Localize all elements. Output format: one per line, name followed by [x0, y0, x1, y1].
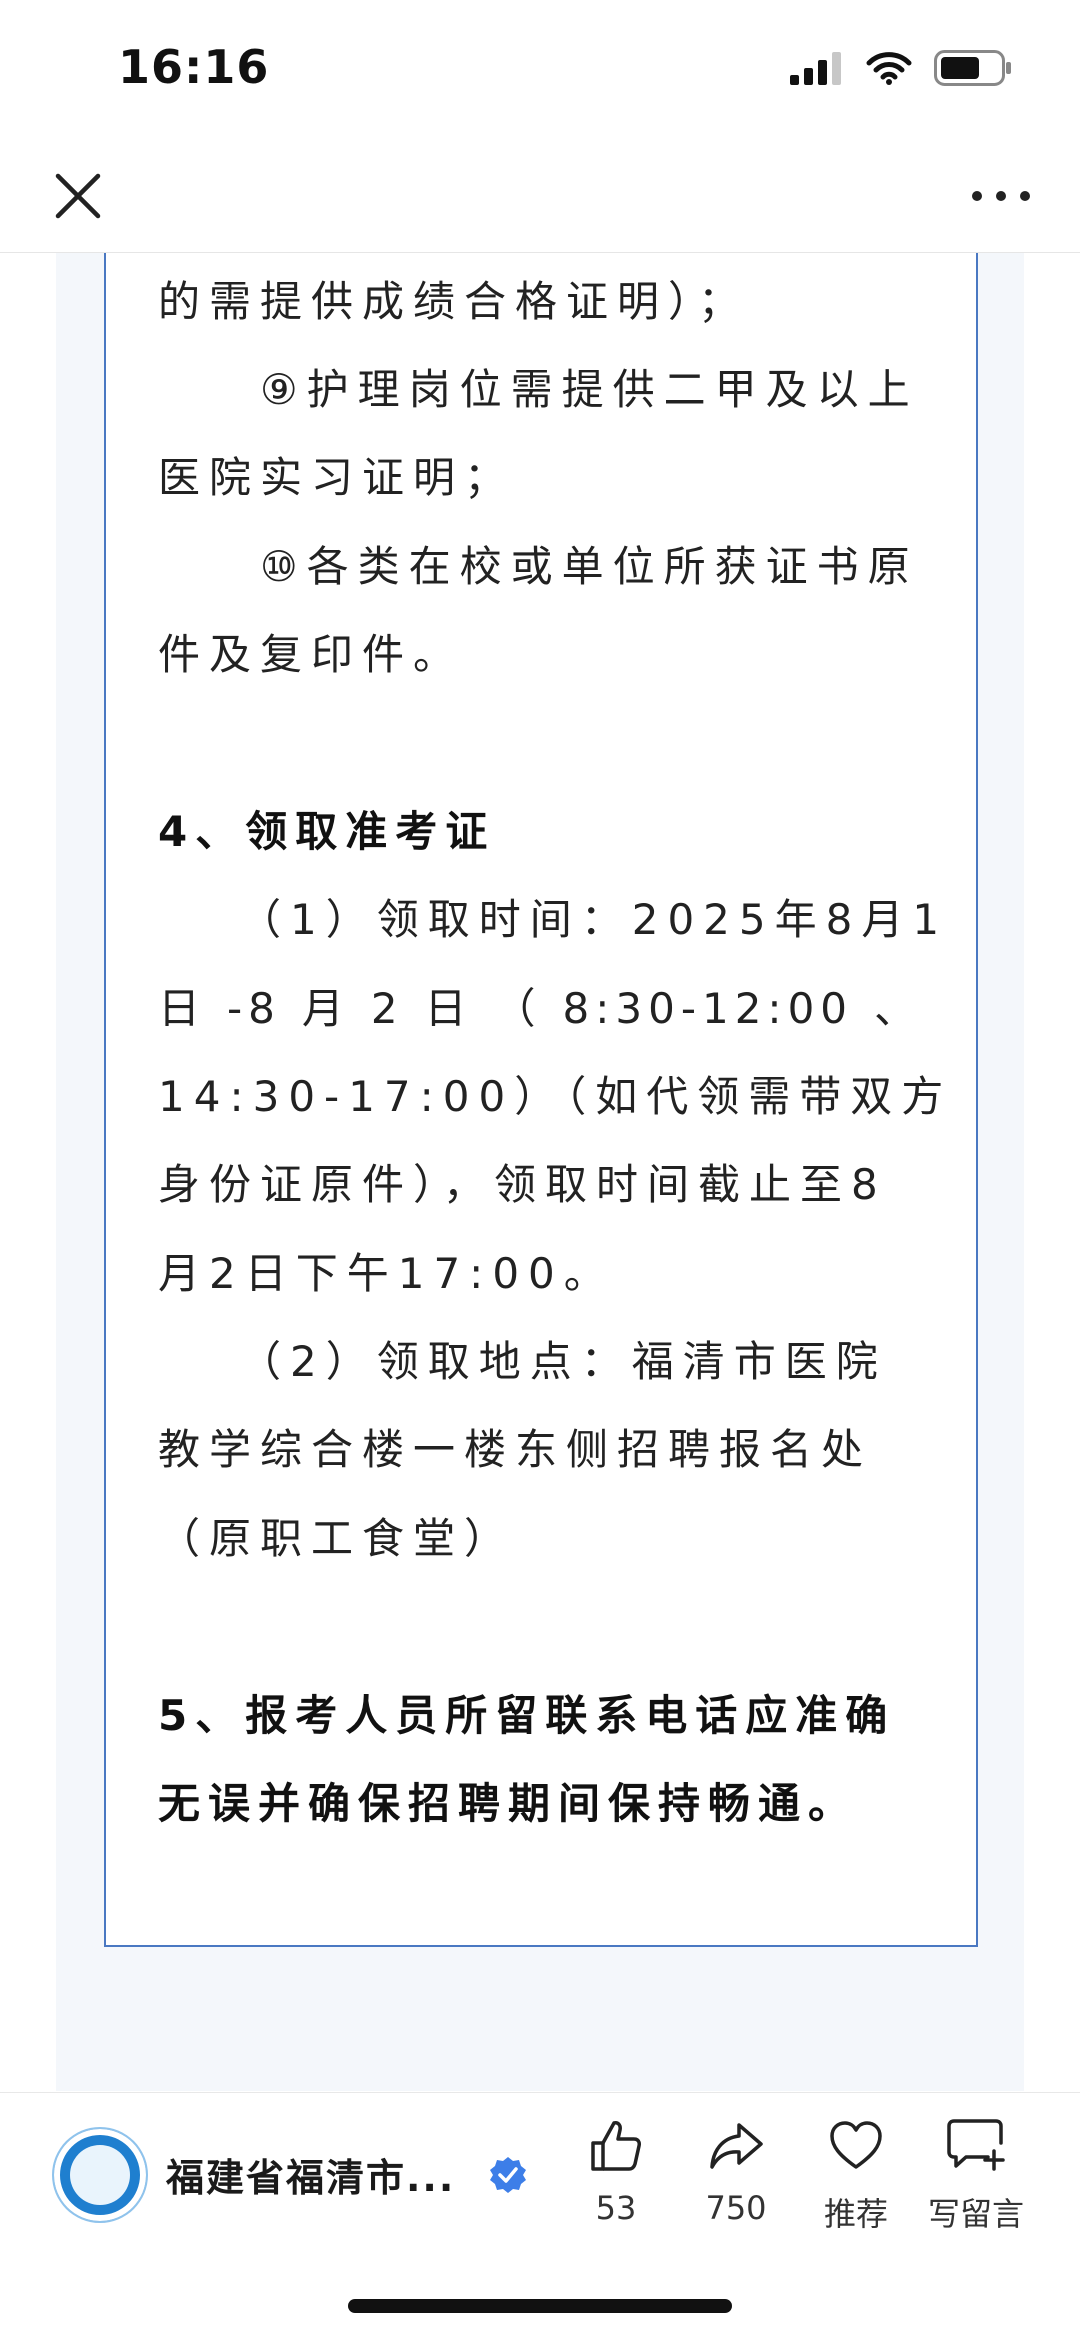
text-line: 教学综合楼一楼东侧招聘报名处 [158, 1425, 873, 1474]
nav-bar [0, 140, 1080, 253]
write-comment-label: 写留言 [927, 2195, 1024, 2233]
text-line: 件及复印件。 [158, 630, 465, 679]
share-arrow-icon [710, 2123, 763, 2169]
comment-add-icon [947, 2119, 1005, 2171]
share-count: 750 [705, 2189, 767, 2227]
article-content[interactable]: 的需提供成绩合格证明）； ⑨护理岗位需提供二甲及以上 医院实习证明； ⑩各类在校… [0, 253, 1080, 2091]
more-options-button[interactable] [966, 166, 1036, 226]
share-button[interactable]: 750 [676, 2117, 796, 2227]
section-heading: 无误并确保招聘期间保持畅通。 [158, 1779, 859, 1828]
write-comment-button[interactable]: 写留言 [916, 2117, 1036, 2235]
section-heading: 5、报考人员所留联系电话应准确 [158, 1691, 896, 1740]
close-button[interactable] [48, 166, 108, 226]
text-line: ⑩各类在校或单位所获证书原 [158, 542, 919, 591]
text-line: （2）领取地点：福清市医院 [158, 1337, 887, 1386]
close-icon [55, 173, 101, 219]
battery-icon [934, 50, 1011, 86]
section-heading: 4、领取准考证 [158, 807, 496, 856]
text-line: ⑨护理岗位需提供二甲及以上 [158, 365, 919, 414]
heart-icon [830, 2121, 882, 2169]
status-icons [790, 50, 1012, 86]
status-bar: 16:16 [0, 0, 1080, 140]
text-line: 的需提供成绩合格证明）； [158, 277, 750, 326]
like-count: 53 [595, 2189, 637, 2227]
more-dots-icon [972, 191, 1030, 201]
text-line: 医院实习证明； [158, 453, 516, 502]
text-line: （原职工食堂） [158, 1514, 516, 1563]
home-indicator[interactable] [348, 2299, 732, 2313]
text-line: 14:30-17:00）（如代领需带双方 [158, 1072, 953, 1121]
recommend-label: 推荐 [823, 2195, 888, 2233]
notice-box: 的需提供成绩合格证明）； ⑨护理岗位需提供二甲及以上 医院实习证明； ⑩各类在校… [104, 253, 978, 1947]
cellular-signal-icon [790, 52, 841, 85]
status-time: 16:16 [118, 40, 270, 94]
account-avatar[interactable] [54, 2129, 146, 2221]
like-button[interactable]: 53 [556, 2117, 676, 2227]
thumbs-up-icon [591, 2121, 641, 2171]
text-line: 日-8月2日（8:30-12:00、 [158, 984, 922, 1033]
recommend-button[interactable]: 推荐 [796, 2117, 916, 2235]
hospital-logo-icon [70, 2145, 130, 2205]
account-name[interactable]: 福建省福清市... [166, 2147, 455, 2202]
text-line: 身份证原件），领取时间截止至8 [158, 1160, 887, 1209]
text-line: （1）领取时间：2025年8月1 [158, 895, 949, 944]
verified-badge-icon [490, 2157, 526, 2193]
wifi-icon [866, 52, 912, 85]
text-line: 月2日下午17:00。 [158, 1249, 615, 1298]
